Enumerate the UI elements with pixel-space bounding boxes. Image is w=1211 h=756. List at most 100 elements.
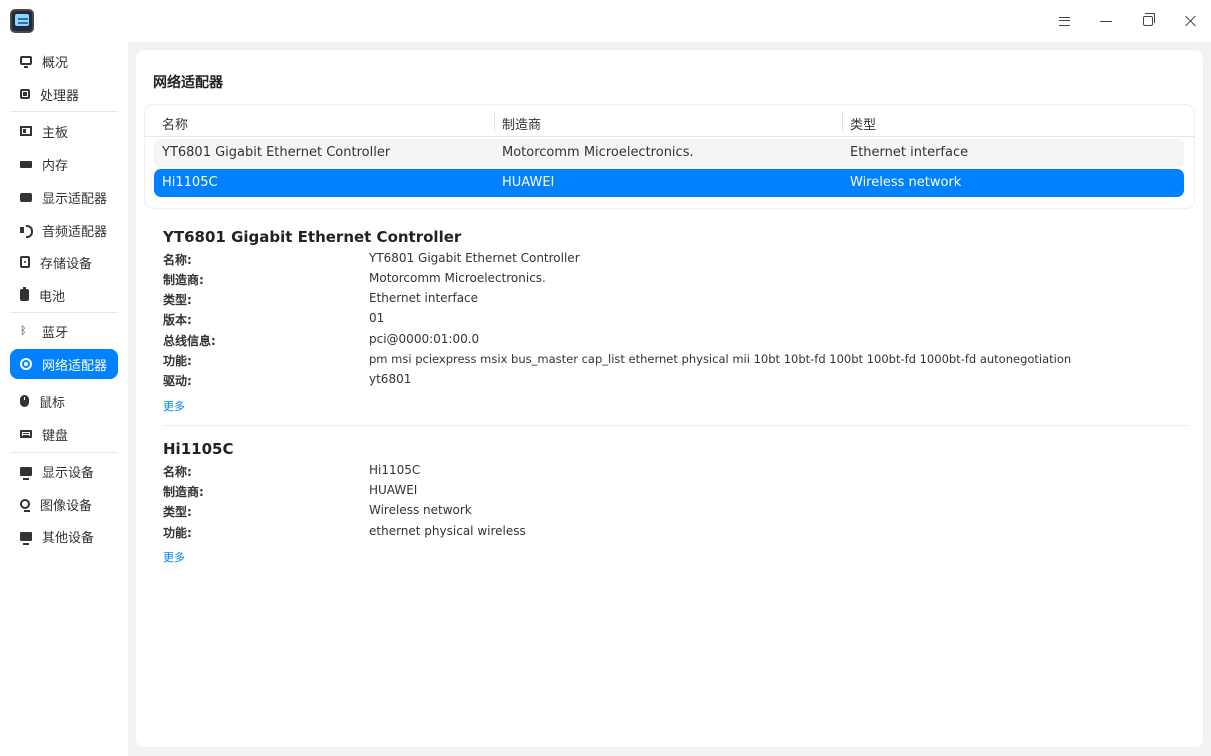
detail-key: 驱动: — [163, 374, 192, 388]
sidebar-item-label: 音频适配器 — [42, 224, 108, 240]
table-row[interactable]: YT6801 Gigabit Ethernet Controller Motor… — [154, 139, 1184, 167]
sidebar-item-bluetooth[interactable]: ᛒ 蓝牙 — [10, 316, 118, 346]
sidebar-item-label: 图像设备 — [40, 498, 93, 514]
minimize-icon — [1100, 20, 1112, 22]
sidebar-item-label: 存储设备 — [40, 256, 93, 272]
sidebar-item-label: 鼠标 — [39, 395, 66, 411]
sidebar-item-cpu[interactable]: 处理器 — [10, 79, 118, 109]
table-cell-type: Ethernet interface — [850, 145, 969, 160]
table-cell-type: Wireless network — [850, 175, 962, 190]
column-header-vendor[interactable]: 制造商 — [502, 114, 541, 133]
device-detail-title: Hi1105C — [163, 440, 234, 458]
minimize-button[interactable] — [1093, 8, 1119, 34]
keyboard-icon — [20, 430, 32, 438]
bluetooth-icon: ᛒ — [20, 324, 27, 337]
column-header-type[interactable]: 类型 — [850, 114, 876, 133]
table-header: 名称 制造商 类型 — [145, 105, 1194, 137]
menu-button[interactable] — [1051, 8, 1077, 34]
table-cell-vendor: HUAWEI — [502, 175, 555, 190]
detail-value: YT6801 Gigabit Ethernet Controller — [369, 251, 580, 265]
sidebar-item-label: 处理器 — [40, 88, 80, 104]
sidebar-item-other-devices[interactable]: 其他设备 — [10, 521, 118, 551]
detail-value: ethernet physical wireless — [369, 524, 526, 538]
sidebar-item-overview[interactable]: 概况 — [10, 46, 118, 76]
column-divider[interactable] — [842, 111, 843, 131]
detail-value: Wireless network — [369, 503, 472, 517]
column-header-name[interactable]: 名称 — [162, 114, 188, 133]
sidebar-item-audio-adapter[interactable]: 音频适配器 — [10, 215, 118, 245]
detail-key: 制造商: — [163, 485, 204, 499]
detail-key: 类型: — [163, 293, 192, 307]
more-link[interactable]: 更多 — [163, 398, 185, 414]
page-title: 网络适配器 — [153, 75, 223, 91]
close-icon — [1184, 15, 1196, 27]
detail-key: 总线信息: — [163, 334, 216, 348]
device-manager-icon — [10, 9, 34, 33]
table-row-selected[interactable]: Hi1105C HUAWEI Wireless network — [154, 169, 1184, 197]
sidebar: 概况 处理器 主板 内存 显示适配器 音频适配器 存储设备 电池 ᛒ 蓝牙 网络… — [0, 42, 128, 756]
device-detail-title: YT6801 Gigabit Ethernet Controller — [163, 228, 462, 246]
sidebar-item-label: 显示适配器 — [42, 191, 108, 207]
sidebar-item-label: 电池 — [39, 289, 66, 305]
maximize-button[interactable] — [1135, 8, 1161, 34]
sidebar-divider — [10, 452, 118, 453]
display-adapter-icon — [20, 192, 32, 202]
sidebar-item-label: 内存 — [42, 158, 69, 174]
sidebar-item-mouse[interactable]: 鼠标 — [10, 386, 118, 416]
title-bar — [0, 0, 1211, 42]
network-icon — [20, 358, 32, 370]
main-panel: 网络适配器 名称 制造商 类型 YT6801 Gigabit Ethernet … — [136, 50, 1203, 747]
sidebar-item-label: 主板 — [42, 125, 69, 141]
detail-key: 制造商: — [163, 273, 204, 287]
menu-icon — [1058, 16, 1070, 26]
table-cell-vendor: Motorcomm Microelectronics. — [502, 145, 694, 160]
detail-value: Ethernet interface — [369, 291, 479, 305]
table-cell-name: YT6801 Gigabit Ethernet Controller — [162, 145, 391, 160]
detail-key: 功能: — [163, 354, 192, 368]
device-table: 名称 制造商 类型 YT6801 Gigabit Ethernet Contro… — [145, 105, 1194, 208]
sidebar-item-display-adapter[interactable]: 显示适配器 — [10, 182, 118, 212]
sidebar-item-memory[interactable]: 内存 — [10, 149, 118, 179]
detail-key: 类型: — [163, 505, 192, 519]
column-divider[interactable] — [494, 111, 495, 131]
detail-value: 01 — [369, 311, 385, 325]
detail-key: 功能: — [163, 526, 192, 540]
detail-value: pm msi pciexpress msix bus_master cap_li… — [369, 352, 1072, 366]
other-device-icon — [20, 531, 32, 545]
sidebar-item-motherboard[interactable]: 主板 — [10, 116, 118, 146]
detail-value: Motorcomm Microelectronics. — [369, 271, 546, 285]
sidebar-divider — [10, 312, 118, 313]
more-link[interactable]: 更多 — [163, 549, 185, 565]
memory-icon — [20, 160, 32, 168]
sidebar-item-label: 网络适配器 — [42, 358, 108, 374]
mouse-icon — [20, 395, 29, 407]
audio-icon — [20, 224, 33, 238]
maximize-icon — [1143, 13, 1155, 26]
storage-icon — [20, 256, 30, 268]
sidebar-item-label: 概况 — [42, 55, 69, 71]
detail-key: 名称: — [163, 465, 192, 479]
section-divider — [163, 425, 1188, 426]
sidebar-item-label: 其他设备 — [42, 530, 95, 546]
sidebar-item-battery[interactable]: 电池 — [10, 280, 118, 310]
cpu-icon — [20, 89, 30, 99]
sidebar-item-network-adapter[interactable]: 网络适配器 — [10, 349, 118, 379]
sidebar-item-camera[interactable]: 图像设备 — [10, 489, 118, 519]
sidebar-item-monitor[interactable]: 显示设备 — [10, 456, 118, 486]
detail-value: Hi1105C — [369, 463, 421, 477]
detail-key: 版本: — [163, 313, 192, 327]
detail-value: yt6801 — [369, 372, 412, 386]
sidebar-item-storage[interactable]: 存储设备 — [10, 247, 118, 277]
sidebar-divider — [10, 111, 118, 112]
close-button[interactable] — [1177, 8, 1203, 34]
sidebar-item-label: 键盘 — [42, 428, 69, 444]
sidebar-item-keyboard[interactable]: 键盘 — [10, 419, 118, 449]
table-cell-name: Hi1105C — [162, 175, 218, 190]
monitor-icon — [20, 466, 32, 480]
detail-value: HUAWEI — [369, 483, 418, 497]
detail-value: pci@0000:01:00.0 — [369, 332, 480, 346]
detail-key: 名称: — [163, 253, 192, 267]
sidebar-item-label: 蓝牙 — [42, 325, 69, 341]
motherboard-icon — [20, 126, 32, 136]
overview-icon — [20, 55, 32, 68]
